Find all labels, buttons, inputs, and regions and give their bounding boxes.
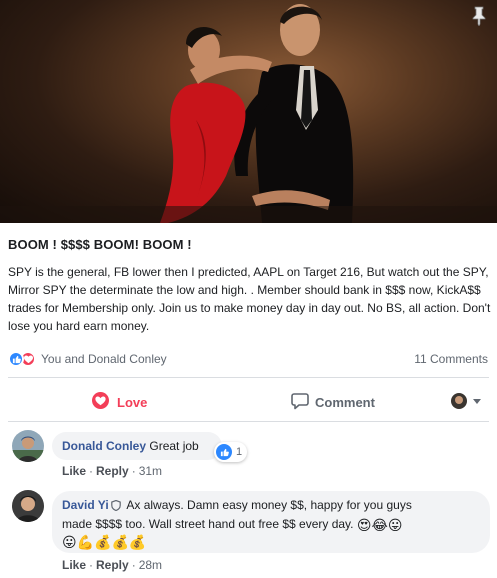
separator: · bbox=[131, 558, 136, 572]
comment-author[interactable]: Donald Conley bbox=[62, 439, 146, 453]
comment-time[interactable]: 28m bbox=[139, 558, 162, 572]
separator: · bbox=[89, 558, 94, 572]
divider bbox=[8, 377, 489, 378]
love-button-label: Love bbox=[117, 394, 148, 410]
reactions-summary[interactable]: You and Donald Conley bbox=[8, 348, 167, 370]
post-image[interactable] bbox=[0, 0, 497, 223]
comment-bubble: Donald Conley Great job bbox=[52, 432, 222, 460]
post-title: BOOM ! $$$$ BOOM! BOOM ! bbox=[8, 237, 192, 252]
avatar[interactable] bbox=[12, 490, 44, 522]
divider bbox=[8, 421, 489, 422]
comment-reply-link[interactable]: Reply bbox=[96, 464, 129, 478]
chevron-down-icon bbox=[473, 398, 481, 404]
comment-text: Ax always. Damn easy money $$, happy for… bbox=[126, 498, 412, 512]
tongue-out-emoji-icon: 😛 bbox=[62, 534, 77, 550]
comment-like-link[interactable]: Like bbox=[62, 558, 86, 572]
comment-meta: Like · Reply · 31m bbox=[62, 464, 162, 478]
money-bag-emoji-icon: 💰 bbox=[128, 534, 147, 550]
comment-icon bbox=[291, 392, 309, 413]
like-reaction-icon bbox=[216, 444, 232, 460]
tongue-out-emoji-icon: 😛 bbox=[387, 517, 403, 533]
comment-reaction-count: 1 bbox=[236, 446, 243, 458]
comment-as-selector[interactable] bbox=[451, 393, 481, 409]
tango-dancers-illustration bbox=[0, 4, 497, 223]
comment-reply-link[interactable]: Reply bbox=[96, 558, 129, 572]
separator: · bbox=[131, 464, 136, 478]
user-avatar-icon bbox=[451, 393, 467, 409]
comment-text: made $$$$ too. Wall street hand out free… bbox=[62, 517, 354, 531]
like-reaction-icon bbox=[8, 351, 24, 367]
comment-time[interactable]: 31m bbox=[139, 464, 162, 478]
post-body: SPY is the general, FB lower then I pred… bbox=[8, 265, 491, 333]
comment-bubble: David Yi Ax always. Damn easy money $$, … bbox=[52, 491, 490, 553]
shield-icon bbox=[110, 499, 121, 516]
comment-reaction-badge[interactable]: 1 bbox=[214, 442, 248, 462]
comment-author[interactable]: David Yi bbox=[62, 498, 109, 512]
separator: · bbox=[89, 464, 94, 478]
love-icon bbox=[92, 392, 109, 412]
comment-like-link[interactable]: Like bbox=[62, 464, 86, 478]
avatar[interactable] bbox=[12, 430, 44, 462]
money-bag-emoji-icon: 💰 bbox=[111, 534, 129, 550]
comment-button-label: Comment bbox=[315, 394, 375, 410]
joy-emoji-icon: 😂 bbox=[371, 517, 388, 533]
comment-meta: Like · Reply · 28m bbox=[62, 558, 162, 572]
love-button[interactable]: Love bbox=[92, 391, 147, 413]
comment-text: Great job bbox=[149, 439, 199, 453]
reactions-summary-text[interactable]: You and Donald Conley bbox=[41, 352, 167, 366]
comment-button[interactable]: Comment bbox=[291, 391, 375, 413]
money-bag-emoji-icon: 💰 bbox=[94, 534, 112, 550]
flexed-biceps-emoji-icon: 💪 bbox=[76, 534, 95, 550]
heart-eyes-emoji-icon: 😍 bbox=[356, 517, 372, 533]
comments-count-link[interactable]: 11 Comments bbox=[414, 352, 488, 366]
pin-icon[interactable] bbox=[471, 6, 487, 26]
